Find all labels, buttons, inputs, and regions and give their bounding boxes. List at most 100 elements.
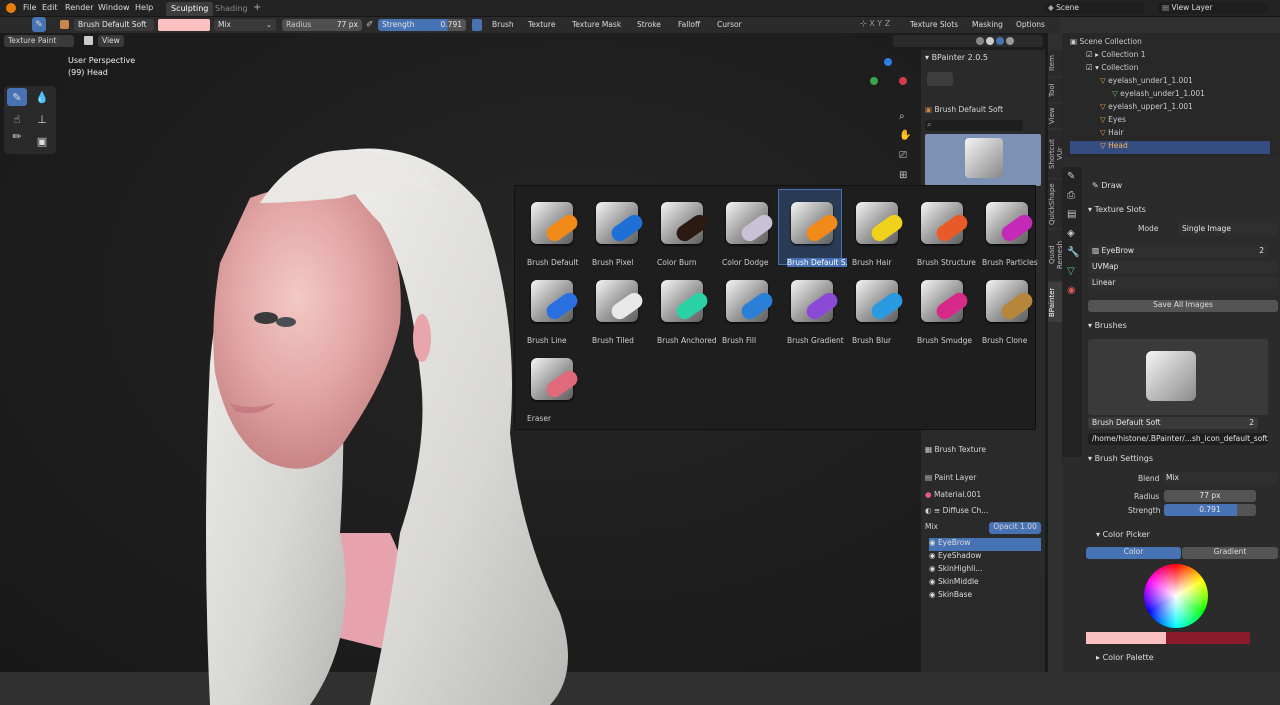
brush-name-field[interactable]: Brush Default Soft <box>74 19 154 31</box>
texture-slot-selector[interactable]: ▨ EyeBrow 2 <box>1088 245 1268 257</box>
camera-icon[interactable]: ⎚ <box>899 150 907 161</box>
mode-dropdown[interactable]: Texture Paint <box>4 35 74 47</box>
eye-icon[interactable]: ◉ <box>929 577 938 586</box>
add-workspace-icon[interactable]: + <box>253 2 261 13</box>
soften-tool-icon[interactable]: 💧 <box>32 88 52 106</box>
menu-help[interactable]: Help <box>135 3 153 12</box>
uv-map-dropdown[interactable]: UVMap <box>1088 261 1278 273</box>
render-tab-icon[interactable]: ⎙ <box>1062 186 1082 205</box>
layer-item[interactable]: ◉ EyeShadow <box>929 551 1041 564</box>
strength-field-props[interactable]: 0.791 <box>1164 504 1256 516</box>
brush-icon-path[interactable]: /home/histone/.BPainter/...sh_icon_defau… <box>1088 433 1268 445</box>
brush-tile[interactable]: Color Burn <box>649 190 711 267</box>
view-layer-selector[interactable]: ▤ View Layer <box>1158 2 1268 14</box>
scene-tab-icon[interactable]: ◈ <box>1062 224 1082 243</box>
brush-tile[interactable]: Brush Line <box>519 268 581 345</box>
eye-icon[interactable]: ◉ <box>929 538 938 547</box>
draw-tool-icon[interactable]: ✎ <box>7 88 27 106</box>
brush-tile[interactable]: Brush Tiled <box>584 268 646 345</box>
brush-tool-icon[interactable]: ✎ <box>32 17 46 32</box>
tab-sculpting[interactable]: Sculpting <box>166 2 214 16</box>
checkbox-icon[interactable]: ☑ ▾ <box>1086 63 1101 72</box>
outliner-item[interactable]: ▽ eyelash_under1_1.001 <box>1070 76 1270 89</box>
brush-settings-header[interactable]: ▾ Brush Settings <box>1088 454 1153 463</box>
color-palette-header[interactable]: ▸ Color Palette <box>1096 653 1154 662</box>
gizmo-x-icon[interactable] <box>899 77 907 85</box>
viewport-shading-bar[interactable] <box>893 35 1043 47</box>
scene-collection[interactable]: ▣ Scene Collection <box>1070 37 1270 50</box>
view-menu[interactable]: View <box>98 35 124 47</box>
grid-view-icon[interactable]: ⊞ <box>899 170 907 181</box>
checkbox-icon[interactable]: ☑ ▸ <box>1086 50 1101 59</box>
blend-dropdown[interactable]: Mix ⌄ <box>214 19 276 31</box>
brush-tile[interactable]: Brush Default <box>519 190 581 267</box>
brush-tile[interactable]: Brush Pixel <box>584 190 646 267</box>
material-tab-icon[interactable]: ◉ <box>1062 281 1082 300</box>
paint-layer-header[interactable]: ▤ Paint Layer <box>925 473 1041 487</box>
tab-quad-remesh[interactable]: Quad Remesh <box>1048 230 1064 280</box>
outliner-item[interactable]: ▽ Eyes <box>1070 115 1270 128</box>
secondary-color-swatch[interactable] <box>1166 632 1250 644</box>
menu-file[interactable]: File <box>23 3 36 12</box>
bpainter-mode-buttons[interactable] <box>927 72 953 86</box>
tab-bpainter[interactable]: BPainter <box>1048 282 1062 322</box>
brush-tile[interactable]: Brush Default S... <box>778 189 847 267</box>
tool-tab-icon[interactable]: ✎ <box>1062 167 1082 186</box>
menu-brush[interactable]: Brush <box>488 19 518 31</box>
brush-tile[interactable]: Brush Smudge <box>909 268 972 345</box>
brush-tile[interactable]: Brush Gradient <box>779 268 844 345</box>
gizmo-y-icon[interactable] <box>870 77 878 85</box>
brush-tile[interactable]: Brush Hair <box>844 190 906 267</box>
menu-edit[interactable]: Edit <box>42 3 58 12</box>
modifier-tab-icon[interactable]: 🔧 <box>1062 243 1082 262</box>
color-tab[interactable]: Color <box>1086 547 1181 559</box>
eye-icon[interactable]: ◉ <box>929 564 938 573</box>
brush-texture-header[interactable]: ▦ Brush Texture <box>925 445 1041 459</box>
primary-color-swatch[interactable] <box>1086 632 1166 644</box>
brush-tile[interactable]: Color Dodge <box>714 190 776 267</box>
tab-shading[interactable]: Shading <box>210 2 253 16</box>
material-selector[interactable]: ● Material.001 <box>925 490 1041 502</box>
annotate-tool-icon[interactable]: ✏ <box>7 127 27 145</box>
smear-tool-icon[interactable]: ☝ <box>7 110 27 128</box>
radius-field-props[interactable]: 77 px <box>1164 490 1256 502</box>
outliner-item[interactable]: ☑ ▾ Collection <box>1070 63 1270 76</box>
mesh-tab-icon[interactable]: ▽ <box>1062 262 1082 281</box>
brush-name-selector[interactable]: Brush Default Soft 2 <box>1088 417 1258 429</box>
mode-dropdown-props[interactable]: Single Image <box>1178 223 1278 235</box>
outliner-item[interactable]: ▽ Hair <box>1070 128 1270 141</box>
menu-falloff[interactable]: Falloff <box>674 19 704 31</box>
bpainter-brush-preview[interactable] <box>925 134 1041 186</box>
layer-opacity-slider[interactable]: Opacit 1.00 <box>989 522 1041 534</box>
brush-preview-box[interactable] <box>1088 339 1268 415</box>
blend-dropdown-props[interactable]: Mix <box>1162 472 1278 484</box>
rendered-shading-icon[interactable] <box>1006 37 1014 45</box>
save-all-images-button[interactable]: Save All Images <box>1088 300 1278 312</box>
color-picker-header[interactable]: ▾ Color Picker <box>1096 530 1150 539</box>
layer-blend-dropdown[interactable]: Mix <box>925 522 985 534</box>
mask-toggle-icon[interactable] <box>84 36 93 45</box>
mask-tool-icon[interactable]: ▣ <box>32 132 52 150</box>
zoom-icon[interactable]: ⌕ <box>899 111 905 122</box>
brush-tile[interactable]: Brush Structure <box>909 190 976 267</box>
brush-tile[interactable]: Brush Blur <box>844 268 906 345</box>
menu-window[interactable]: Window <box>98 3 130 12</box>
brushes-header[interactable]: ▾ Brushes <box>1088 321 1127 330</box>
brush-tile[interactable]: Eraser <box>519 346 581 423</box>
navigation-gizmo[interactable] <box>869 57 909 97</box>
menu-stroke[interactable]: Stroke <box>633 19 665 31</box>
blender-logo-icon[interactable] <box>6 3 16 13</box>
menu-render[interactable]: Render <box>65 3 93 12</box>
brush-tile[interactable]: Brush Particles <box>974 190 1038 267</box>
tab-view[interactable]: View <box>1048 104 1062 128</box>
layer-item[interactable]: ◉ SkinMiddle <box>929 577 1041 590</box>
menu-cursor[interactable]: Cursor <box>713 19 746 31</box>
options-menu[interactable]: Options <box>1012 19 1049 31</box>
eye-icon[interactable]: ◉ <box>929 590 938 599</box>
outliner-item[interactable]: ▽ eyelash_under1_1.001 <box>1070 89 1270 102</box>
tab-item[interactable]: Item <box>1048 50 1062 76</box>
strength-pressure-toggle[interactable] <box>472 19 482 31</box>
eye-icon[interactable]: ◉ <box>929 551 938 560</box>
layer-item[interactable]: ◉ SkinHighli... <box>929 564 1041 577</box>
clone-tool-icon[interactable]: ⊥ <box>32 110 52 128</box>
